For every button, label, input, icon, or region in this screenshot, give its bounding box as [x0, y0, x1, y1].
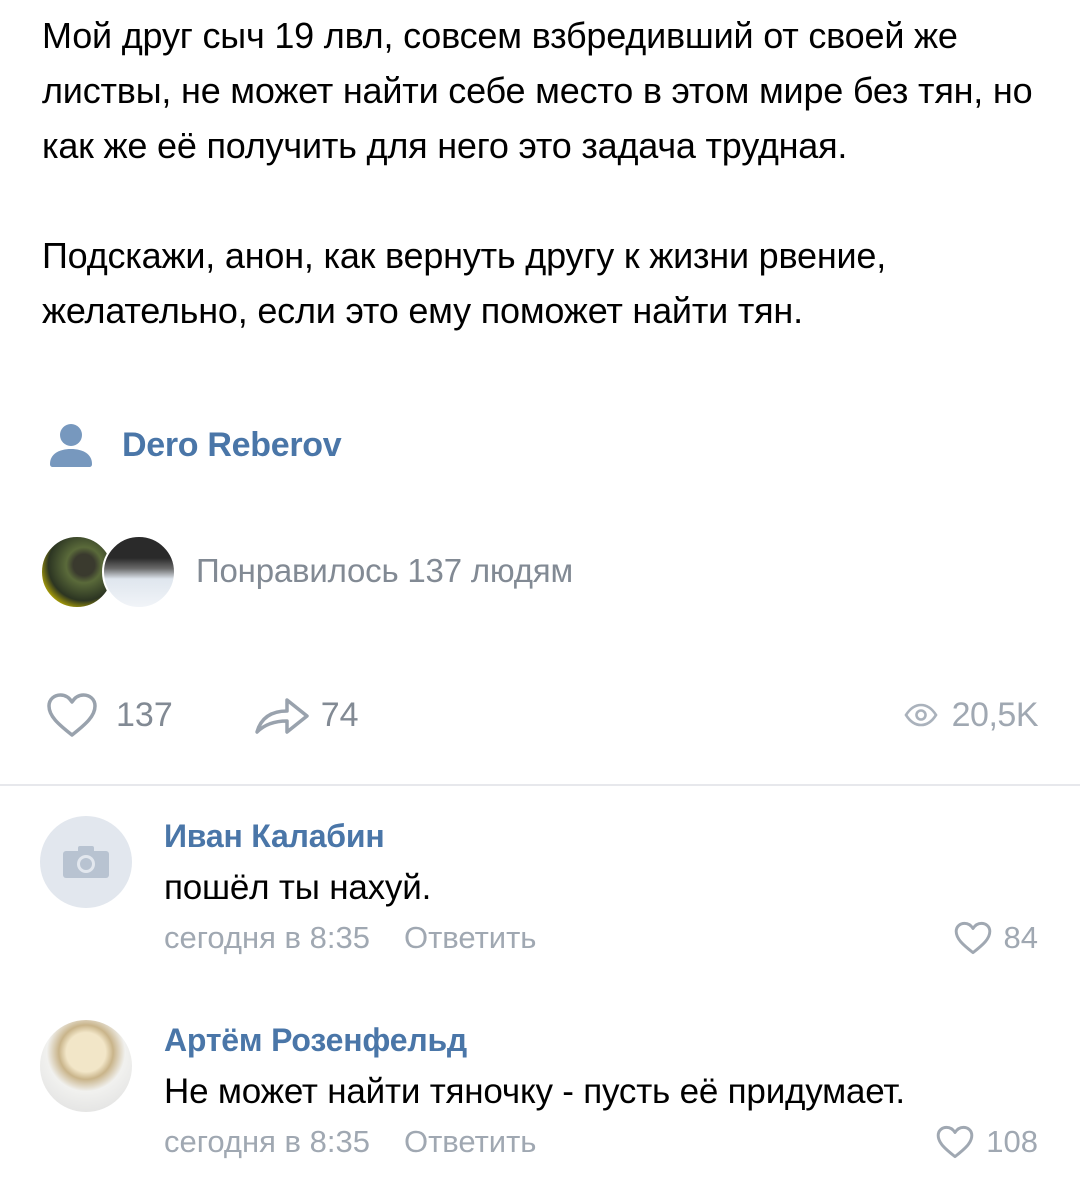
- post-paragraph: Мой друг сыч 19 лвл, совсем взбредивший …: [42, 15, 1033, 166]
- heart-icon: [954, 921, 991, 955]
- comment-item: Иван Калабин пошёл ты нахуй. сегодня в 8…: [0, 816, 1080, 986]
- person-icon: [50, 424, 92, 467]
- comment-time: сегодня в 8:35: [164, 1124, 370, 1159]
- reply-button[interactable]: Ответить: [404, 1124, 537, 1160]
- likers-text[interactable]: Понравилось 137 людям: [196, 552, 573, 590]
- eye-icon: [904, 703, 938, 727]
- share-button[interactable]: 74: [253, 692, 359, 738]
- author-name[interactable]: Dero Reberov: [122, 426, 342, 465]
- avatar[interactable]: [40, 816, 132, 908]
- comment-author[interactable]: Артём Розенфельд: [164, 1022, 467, 1059]
- comment-author[interactable]: Иван Калабин: [164, 818, 385, 855]
- comment-like-count: 84: [1003, 920, 1038, 955]
- post-paragraph: Подскажи, анон, как вернуть другу к жизн…: [42, 235, 887, 331]
- liker-avatar[interactable]: [102, 535, 176, 609]
- comment-meta: сегодня в 8:35 Ответить: [164, 920, 536, 956]
- post-actions: 137 74 20,5K: [46, 690, 1039, 740]
- comment-like-button[interactable]: 108: [936, 1124, 1038, 1160]
- comment-text: пошёл ты нахуй.: [164, 868, 432, 907]
- post-author[interactable]: Dero Reberov: [48, 420, 342, 470]
- heart-icon: [47, 693, 97, 737]
- post-body: Мой друг сыч 19 лвл, совсем взбредивший …: [42, 8, 1052, 338]
- share-icon: [254, 698, 309, 734]
- comment-like-button[interactable]: 84: [954, 920, 1038, 956]
- reply-button[interactable]: Ответить: [404, 920, 537, 956]
- avatar[interactable]: [40, 1020, 132, 1112]
- like-button[interactable]: 137: [46, 692, 173, 738]
- comment-meta: сегодня в 8:35 Ответить: [164, 1124, 536, 1160]
- views-counter: 20,5K: [904, 695, 1039, 735]
- share-count: 74: [320, 695, 359, 734]
- comment-time: сегодня в 8:35: [164, 920, 370, 955]
- like-count: 137: [116, 695, 173, 734]
- liker-avatars[interactable]: [40, 535, 176, 609]
- likers-summary[interactable]: Понравилось 137 людям: [40, 533, 573, 609]
- divider: [0, 784, 1080, 786]
- comment-item: Артём Розенфельд Не может найти тяночку …: [0, 1020, 1080, 1190]
- comment-text: Не может найти тяночку - пусть её придум…: [164, 1072, 905, 1111]
- view-count: 20,5K: [951, 695, 1039, 734]
- camera-icon: [63, 846, 109, 878]
- heart-icon: [936, 1125, 974, 1159]
- comment-like-count: 108: [986, 1124, 1038, 1159]
